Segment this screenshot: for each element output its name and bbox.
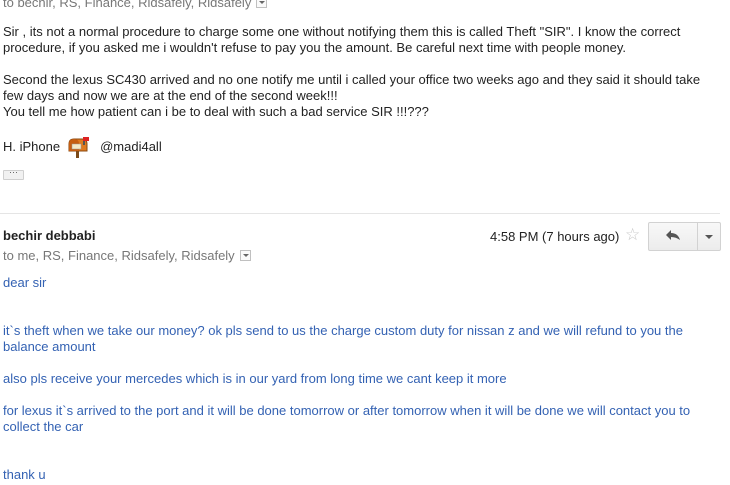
email-thread: to bechir, RS, Finance, Ridsafely, Ridsa… [0,0,730,485]
recipients-dropdown-icon[interactable] [239,250,251,261]
message2-line: it`s theft when we take our money? ok pl… [3,323,683,354]
message1-body: Sir , its not a normal procedure to char… [3,24,715,158]
message2-line: dear sir [3,275,47,290]
message1-paragraph: You tell me how patient can i be to deal… [3,104,429,119]
dropdown-arrow-icon [705,234,713,239]
message2-body: dear sir it`s theft when we take our mon… [3,275,715,483]
mailbox-icon [66,136,92,158]
signature-handle[interactable]: @madi4all [100,139,162,155]
message1-paragraph: Second the lexus SC430 arrived and no on… [3,72,701,103]
message1-recipients-text: to bechir, RS, Finance, Ridsafely, Ridsa… [3,0,252,10]
message1-signature: H. iPhone @madi4all [3,136,715,158]
recipients-dropdown-icon[interactable] [256,0,268,8]
message2-recipients-text: to me, RS, Finance, Ridsafely, Ridsafely [3,248,235,263]
message1-paragraph: Sir , its not a normal procedure to char… [3,24,681,55]
message2-line: thank u [3,467,46,482]
more-actions-button[interactable] [698,223,720,250]
message1-recipients: to bechir, RS, Finance, Ridsafely, Ridsa… [3,0,268,10]
reply-button[interactable] [649,223,698,250]
reply-button-group [648,222,721,251]
star-icon[interactable]: ☆ [625,225,640,245]
message-timestamp: 4:58 PM (7 hours ago) [490,229,620,244]
signature-prefix: H. iPhone [3,139,61,154]
message-divider [0,213,720,214]
reply-icon [665,229,681,244]
ellipsis-label: ··· [9,167,18,177]
message2-line: for lexus it`s arrived to the port and i… [3,403,691,434]
sender-name[interactable]: bechir debbabi [3,228,95,243]
show-trimmed-content-button[interactable]: ··· [3,167,24,180]
message2-recipients: to me, RS, Finance, Ridsafely, Ridsafely [3,248,251,263]
message2-line: also pls receive your mercedes which is … [3,371,507,386]
